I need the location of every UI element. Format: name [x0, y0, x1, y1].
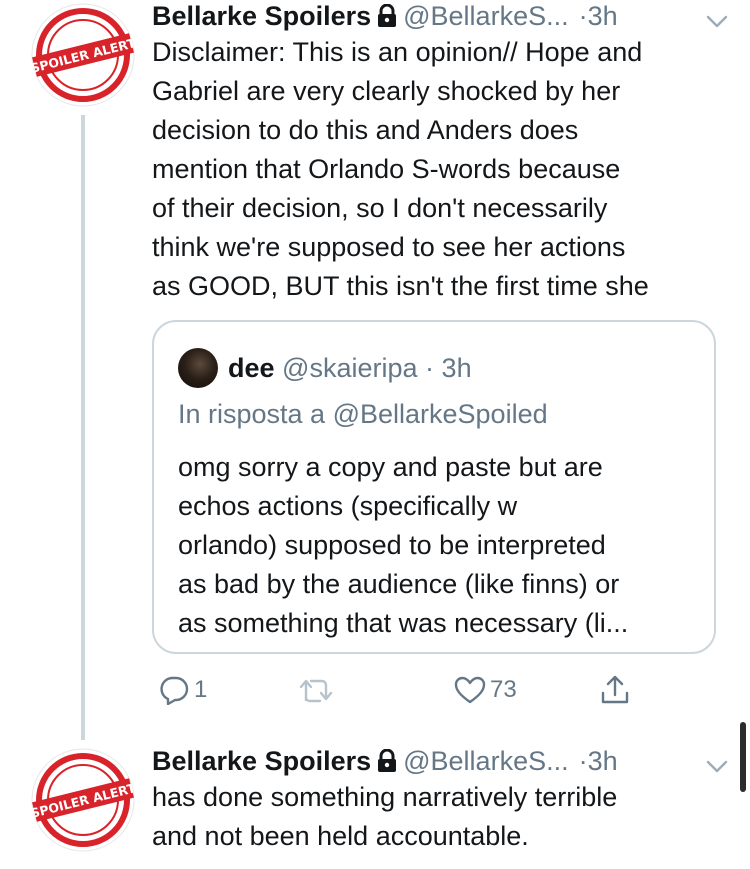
quoted-tweet-header: dee @skaieripa · 3h [178, 348, 472, 388]
reply-context: In risposta a @BellarkeSpoiled [178, 399, 548, 429]
timestamp[interactable]: 3h [588, 1, 618, 31]
quoted-tweet[interactable]: dee @skaieripa · 3h In risposta a @Bella… [152, 320, 716, 654]
timestamp[interactable]: 3h [588, 746, 618, 776]
heart-icon [454, 675, 486, 705]
share-icon [600, 674, 630, 706]
avatar[interactable]: SPOILER ALERT [30, 747, 136, 853]
thread-line [81, 115, 85, 740]
quoted-avatar [178, 348, 218, 388]
spoiler-alert-logo: SPOILER ALERT [30, 3, 136, 107]
lock-icon [377, 748, 397, 780]
retweet-icon [298, 676, 334, 704]
tweet-text: Disclaimer: This is an opinion// Hope an… [152, 37, 649, 301]
like-button[interactable]: 73 [454, 670, 517, 710]
like-count: 73 [490, 676, 517, 703]
quoted-tweet-text: omg sorry a copy and paste but are echos… [178, 452, 629, 638]
display-name[interactable]: Bellarke Spoilers [152, 1, 371, 31]
spoiler-alert-logo: SPOILER ALERT [30, 748, 136, 852]
chevron-down-icon[interactable] [706, 749, 728, 781]
reply-icon [158, 675, 190, 705]
quoted-timestamp: 3h [441, 353, 472, 383]
tweet-header: Bellarke Spoilers @BellarkeS... ·3h [152, 745, 728, 777]
separator-dot: · [578, 1, 588, 31]
chevron-down-icon[interactable] [706, 4, 728, 36]
separator-dot: · [425, 353, 435, 383]
user-handle[interactable]: @BellarkeS... [403, 1, 568, 31]
avatar[interactable]: SPOILER ALERT [30, 2, 136, 108]
scroll-indicator[interactable] [740, 722, 746, 792]
tweet-text: has done something narratively terrible … [152, 782, 618, 851]
tweet-header: Bellarke Spoilers @BellarkeS... ·3h [152, 0, 728, 32]
tweet-content: Bellarke Spoilers @BellarkeS... ·3h has do… [152, 745, 728, 856]
share-button[interactable] [600, 670, 630, 710]
lock-icon [377, 3, 397, 35]
reply-count: 1 [194, 676, 208, 703]
retweet-button[interactable] [298, 670, 338, 710]
tweet[interactable]: SPOILER ALERT Bellarke Spoilers @Bellarke… [0, 0, 750, 740]
display-name[interactable]: Bellarke Spoilers [152, 746, 371, 776]
quoted-user-handle: @skaieripa [282, 353, 418, 383]
reply-button[interactable]: 1 [158, 670, 207, 710]
tweet-actions: 1 73 [152, 670, 652, 710]
quoted-display-name: dee [228, 353, 275, 383]
tweet-content: Bellarke Spoilers @BellarkeS... ·3h Discla… [152, 0, 728, 705]
separator-dot: · [578, 746, 588, 776]
tweet[interactable]: SPOILER ALERT Bellarke Spoilers @Bellarke… [0, 735, 750, 869]
user-handle[interactable]: @BellarkeS... [403, 746, 568, 776]
